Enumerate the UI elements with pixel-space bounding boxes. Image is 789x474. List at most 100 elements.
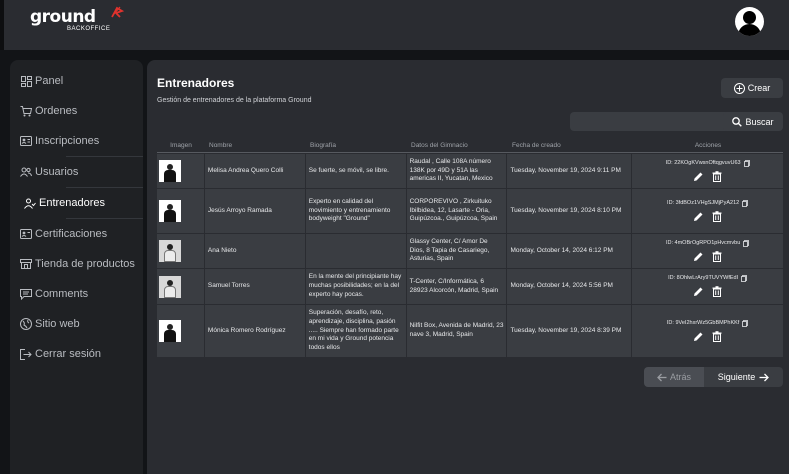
table-row[interactable]: Samuel Torres En la mente del principian… xyxy=(157,269,783,304)
brand-mark-icon xyxy=(111,6,124,18)
search-button[interactable]: Buscar xyxy=(723,112,783,131)
copy-icon[interactable] xyxy=(743,240,750,247)
sidebar-item-label: Panel xyxy=(35,75,64,87)
table-row[interactable]: Mónica Romero Rodríguez Superación, desa… xyxy=(157,305,783,357)
column-header-acciones: Acciones xyxy=(694,141,722,149)
trainer-actions: ID: 4mOBrOgRPO1pHvcmvbu xyxy=(632,234,783,268)
delete-icon[interactable] xyxy=(711,210,723,222)
sidebar-item-label: Ordenes xyxy=(35,105,78,117)
column-header-fecha[interactable]: Fecha de creado xyxy=(508,138,633,152)
trainer-bio: En la mente del principiante hay muchas … xyxy=(305,269,406,304)
trainer-id-text: ID: 8OhlwLrAry9TUVYWfEdI xyxy=(668,275,739,282)
avatar-body-shape xyxy=(738,24,761,36)
trainer-photo[interactable] xyxy=(159,200,181,222)
sidebar-item-label: Inscripciones xyxy=(35,135,100,147)
id-card-icon xyxy=(20,135,32,147)
trainer-created-date: Tuesday, November 19, 2024 8:10 PM xyxy=(507,189,632,233)
row-action-buttons xyxy=(693,330,723,342)
sidebar-item-label: Usuarios xyxy=(35,166,79,178)
trainer-created-date: Monday, October 14, 2024 5:56 PM xyxy=(507,269,632,304)
sidebar-item-sitio-web[interactable]: Sitio web xyxy=(10,309,143,339)
sidebar-item-tienda[interactable]: Tienda de productos xyxy=(10,249,143,279)
comment-icon xyxy=(20,288,32,300)
user-avatar[interactable] xyxy=(735,7,764,36)
trainer-name: Jesús Arroyo Ramada xyxy=(204,189,305,233)
users-icon xyxy=(20,166,32,178)
trainer-gym: Raudal , Calle 108A número 138K por 49D … xyxy=(406,154,507,188)
copy-icon[interactable] xyxy=(743,160,750,167)
edit-icon[interactable] xyxy=(693,330,705,342)
page-subtitle: Gestión de entrenadores de la plataforma… xyxy=(157,97,312,104)
trainer-image-cell xyxy=(157,154,204,188)
edit-icon[interactable] xyxy=(693,286,705,298)
store-icon xyxy=(20,258,32,270)
avatar-head-shape xyxy=(743,11,756,24)
delete-icon[interactable] xyxy=(711,250,723,262)
top-bar: ground BACKOFFICE xyxy=(0,0,789,50)
sidebar-item-ordenes[interactable]: Ordenes xyxy=(10,96,143,126)
back-button[interactable]: Atrás xyxy=(644,367,704,387)
copy-icon[interactable] xyxy=(742,200,749,207)
trainer-name: Melisa Andrea Quero Colli xyxy=(204,154,305,188)
trainer-created-date: Tuesday, November 19, 2024 9:11 PM xyxy=(507,154,632,188)
sidebar-item-label: Entrenadores xyxy=(39,197,106,209)
column-header-imagen[interactable]: Imagen xyxy=(157,138,205,152)
logout-icon xyxy=(20,348,32,360)
edit-icon[interactable] xyxy=(693,170,705,182)
search-button-label: Buscar xyxy=(745,116,774,127)
trainer-id-text: ID: 3fdBOz1VHgSJMjPyA212 xyxy=(667,199,740,206)
column-header-biografia[interactable]: Biografía xyxy=(306,138,407,152)
sidebar-item-label: Tienda de productos xyxy=(35,258,135,270)
row-action-buttons xyxy=(693,170,723,182)
delete-icon[interactable] xyxy=(711,286,723,298)
copy-icon[interactable] xyxy=(742,320,749,327)
sidebar-item-cerrar-sesion[interactable]: Cerrar sesión xyxy=(10,339,143,369)
trainer-id-text: ID: 9VeI2hxrWz5GbBMPhKKf xyxy=(666,319,740,326)
column-header-nombre[interactable]: Nombre xyxy=(205,138,306,152)
globe-icon xyxy=(20,318,32,330)
brand-logo[interactable]: ground BACKOFFICE xyxy=(30,6,124,32)
column-header-gimnasio[interactable]: Datos del Gimnacio xyxy=(407,138,508,152)
next-button-label: Siguiente xyxy=(717,372,756,382)
brand-subtitle: BACKOFFICE xyxy=(67,26,111,32)
table-row[interactable]: Ana Nieto Glassy Center, C/ Amor De Dios… xyxy=(157,234,783,268)
edit-icon[interactable] xyxy=(693,250,705,262)
sidebar-item-comments[interactable]: Comments xyxy=(10,279,143,309)
trainer-actions: ID: 8OhlwLrAry9TUVYWfEdI xyxy=(632,269,783,304)
certificate-icon xyxy=(20,228,32,240)
trainer-actions: ID: 3fdBOz1VHgSJMjPyA212 xyxy=(632,189,783,233)
delete-icon[interactable] xyxy=(711,170,723,182)
next-button[interactable]: Siguiente xyxy=(704,367,783,387)
sidebar-item-label: Certificaciones xyxy=(35,228,108,240)
trainer-created-date: Tuesday, November 19, 2024 8:39 PM xyxy=(507,305,632,357)
trainer-photo[interactable] xyxy=(159,160,181,182)
sidebar-item-entrenadores[interactable]: Entrenadores xyxy=(10,188,143,218)
search-input[interactable] xyxy=(570,112,730,131)
sidebar-item-inscripciones[interactable]: Inscripciones xyxy=(10,126,143,156)
page-title: Entrenadores xyxy=(157,76,235,90)
sidebar-item-usuarios[interactable]: Usuarios xyxy=(10,157,143,187)
trainer-actions: ID: 9VeI2hxrWz5GbBMPhKKf xyxy=(632,305,783,357)
delete-icon[interactable] xyxy=(711,330,723,342)
arrow-left-icon xyxy=(657,373,667,381)
trainer-bio: Se fuerte, se móvil, se libre. xyxy=(305,154,406,188)
sidebar: Panel Ordenes Inscripciones Usuarios Ent… xyxy=(10,60,143,474)
trainer-actions: ID: 22KOgKVwsnOftqgvuvU63 xyxy=(632,154,783,188)
trainer-id-text: ID: 4mOBrOgRPO1pHvcmvbu xyxy=(665,239,741,246)
trainer-id: ID: 3fdBOz1VHgSJMjPyA212 xyxy=(667,199,749,207)
copy-icon[interactable] xyxy=(741,275,748,283)
trainer-photo[interactable] xyxy=(159,240,181,262)
sidebar-item-certificaciones[interactable]: Certificaciones xyxy=(10,219,143,249)
create-button[interactable]: Crear xyxy=(721,78,783,98)
table-header: Imagen Nombre Biografía Datos del Gimnac… xyxy=(157,138,783,153)
table-row[interactable]: Melisa Andrea Quero Colli Se fuerte, se … xyxy=(157,154,783,188)
edit-icon[interactable] xyxy=(693,210,705,222)
trainer-photo[interactable] xyxy=(159,275,181,298)
trainer-photo[interactable] xyxy=(159,320,181,342)
sidebar-item-panel[interactable]: Panel xyxy=(10,66,143,96)
sidebar-item-label: Comments xyxy=(35,288,89,300)
table-row[interactable]: Jesús Arroyo Ramada Experto en calidad d… xyxy=(157,189,783,233)
trainer-gym: CORPOREVIVO , Zirkuituko Ibilbidea, 12, … xyxy=(406,189,507,233)
row-action-buttons xyxy=(693,286,723,298)
pagination: Atrás Siguiente xyxy=(644,367,783,387)
